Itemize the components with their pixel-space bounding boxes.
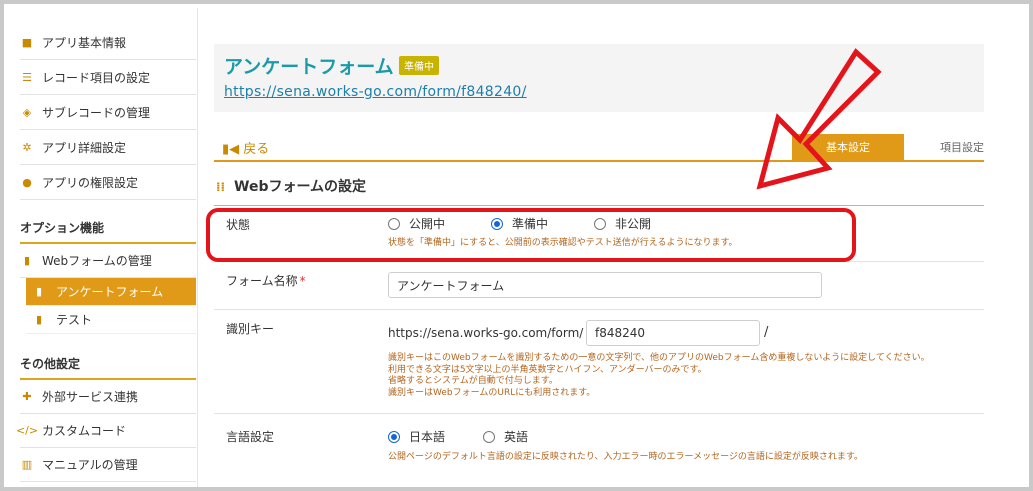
sidebar-item-label: Webフォームの管理	[42, 254, 152, 268]
identifier-url-prefix: https://sena.works-go.com/form/	[388, 326, 584, 340]
sidebar-item-label: レコード項目の設定	[42, 71, 151, 85]
language-option-japanese[interactable]: 日本語	[388, 428, 445, 445]
sidebar-item-external-services[interactable]: ✚ 外部サービス連携	[20, 380, 196, 414]
form-name-label: フォーム名称 *	[226, 274, 306, 288]
screenshot-frame: ■ アプリ基本情報 ☰ レコード項目の設定 ◈ サブレコードの管理 ✲ アプリ詳…	[0, 0, 1033, 491]
sidebar-item-app-detail[interactable]: ✲ アプリ詳細設定	[20, 131, 196, 165]
document-icon: ▮	[36, 313, 43, 326]
language-label: 言語設定	[226, 430, 275, 444]
sidebar-item-label: アプリの権限設定	[42, 176, 139, 190]
sidebar-item-custom-code[interactable]: </> カスタムコード	[15, 414, 196, 448]
identifier-key-row: 識別キー https://sena.works-go.com/form/ f84…	[214, 310, 984, 414]
identifier-url-suffix: /	[764, 325, 769, 340]
identifier-help-text: 識別キーはこのWebフォームを識別するための一意の文字列で、他のアプリのWebフ…	[388, 353, 930, 398]
identifier-key-input[interactable]: f848240	[586, 320, 760, 346]
back-button[interactable]: ▮◀ 戻る	[222, 138, 269, 157]
sidebar-item-webform-manage[interactable]: ▮ Webフォームの管理	[20, 244, 196, 278]
language-row: 言語設定 日本語 英語 公開ページのデフォルト言語の設定に反映されたり、入力エラ…	[214, 414, 984, 470]
document-icon: ▮	[36, 285, 43, 298]
annotation-highlight-box	[206, 208, 856, 262]
back-arrow-icon: ▮◀	[222, 142, 240, 157]
sidebar-item-permissions[interactable]: ● アプリの権限設定	[20, 166, 196, 200]
annotation-arrow-icon	[756, 48, 882, 190]
form-url-link[interactable]: https://sena.works-go.com/form/f848240/	[224, 84, 527, 100]
form-name-input[interactable]: アンケートフォーム	[388, 272, 822, 298]
code-icon: </>	[15, 424, 39, 437]
sidebar-subitem-label: アンケートフォーム	[56, 285, 164, 299]
sidebar: ■ アプリ基本情報 ☰ レコード項目の設定 ◈ サブレコードの管理 ✲ アプリ詳…	[8, 8, 198, 487]
sidebar-item-label: アプリ基本情報	[42, 36, 127, 50]
sidebar-item-label: マニュアルの管理	[42, 458, 138, 472]
sidebar-item-record-fields[interactable]: ☰ レコード項目の設定	[20, 61, 196, 95]
gear-icon: ✲	[22, 141, 32, 154]
language-option-english[interactable]: 英語	[483, 428, 528, 445]
users-icon: ●	[22, 176, 32, 189]
list-icon: ☰	[22, 71, 32, 84]
sidebar-item-subrecords[interactable]: ◈ サブレコードの管理	[20, 96, 196, 130]
page-title: アンケートフォーム	[224, 56, 394, 78]
document-icon: ▮	[23, 254, 31, 267]
radio-checked-icon	[388, 430, 400, 443]
sidebar-item-label: アプリ詳細設定	[42, 141, 127, 155]
sidebar-heading-options: オプション機能	[20, 214, 196, 244]
layers-icon: ◈	[22, 106, 32, 119]
puzzle-icon: ✚	[22, 390, 32, 403]
sidebar-item-label: サブレコードの管理	[42, 106, 151, 120]
sidebar-heading-other: その他設定	[20, 350, 196, 380]
info-icon: ■	[21, 36, 33, 49]
form-name-row: フォーム名称 * アンケートフォーム	[214, 262, 984, 310]
identifier-key-label: 識別キー	[226, 322, 275, 336]
radio-icon	[483, 430, 496, 443]
book-icon: ▥	[21, 458, 33, 471]
sidebar-subitem-test[interactable]: ▮ テスト	[26, 306, 196, 334]
language-radio-group: 日本語 英語	[388, 428, 574, 445]
tab-field-settings[interactable]: 項目設定	[914, 134, 984, 160]
required-mark: *	[299, 274, 306, 288]
sidebar-subitem-survey-form[interactable]: ▮ アンケートフォーム	[26, 278, 196, 306]
grip-icon: ⁞⁞	[216, 180, 226, 194]
sidebar-subitem-label: テスト	[56, 313, 93, 327]
language-help-text: 公開ページのデフォルト言語の設定に反映されたり、入力エラー時のエラーメッセージの…	[388, 452, 864, 462]
sidebar-item-manuals[interactable]: ▥ マニュアルの管理	[20, 448, 196, 482]
sidebar-item-label: 外部サービス連携	[42, 390, 139, 404]
sidebar-item-label: カスタムコード	[42, 424, 127, 438]
sidebar-item-app-info[interactable]: ■ アプリ基本情報	[20, 26, 196, 60]
status-badge: 準備中	[399, 56, 439, 75]
